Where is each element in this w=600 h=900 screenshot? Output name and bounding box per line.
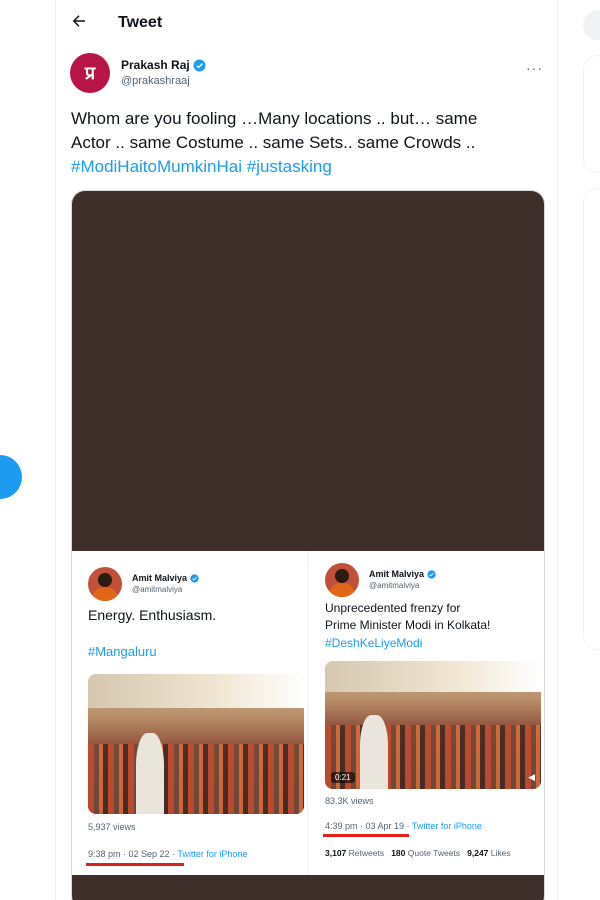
embedded-tweet-text-line-2: Prime Minister Modi in Kolkata! xyxy=(325,618,491,632)
embedded-author-handle: @amitmalviya xyxy=(132,585,183,594)
embedded-author-name: Amit Malviya xyxy=(132,573,188,583)
embedded-timestamp: 4:39 pm · 03 Apr 19 · Twitter for iPhone xyxy=(325,821,482,831)
quotes-count: 180 xyxy=(391,848,406,858)
embedded-tweet-left: Amit Malviya @amitmalviya Energy. Enthus… xyxy=(72,551,308,875)
tweet-text: Whom are you fooling …Many locations .. … xyxy=(56,100,557,179)
embedded-hashtag: #Mangaluru xyxy=(88,644,157,659)
arrow-left-icon[interactable] xyxy=(70,12,94,35)
quotes-label: Quote Tweets xyxy=(407,848,461,858)
embedded-tweet-text-line-1: Unprecedented frenzy for xyxy=(325,601,461,615)
embedded-views: 5,937 views xyxy=(88,822,136,832)
more-options-icon[interactable]: ··· xyxy=(526,60,543,76)
likes-label: Likes xyxy=(490,848,511,858)
hashtag-link[interactable]: #justasking xyxy=(247,157,332,176)
embedded-tweet-text: Energy. Enthusiasm. xyxy=(88,607,217,623)
likes-count: 9,247 xyxy=(467,848,489,858)
embedded-author-handle: @amitmalviya xyxy=(369,581,420,590)
right-sidebar xyxy=(583,0,600,900)
hashtag-link[interactable]: #ModiHaitoMumkinHai xyxy=(71,157,242,176)
avatar[interactable]: प्र xyxy=(70,53,110,93)
video-duration: 0:21 xyxy=(331,772,355,783)
tweet-media[interactable]: Amit Malviya @amitmalviya Energy. Enthus… xyxy=(71,190,545,900)
left-nav-strip xyxy=(0,0,55,900)
red-highlight-underline xyxy=(323,834,409,837)
source-label: Twitter for iPhone xyxy=(177,849,248,859)
embedded-screenshot-area: Amit Malviya @amitmalviya Energy. Enthus… xyxy=(72,551,544,900)
page-title: Tweet xyxy=(118,14,163,31)
timestamp-text: 9:38 pm · 02 Sep 22 · xyxy=(88,849,178,859)
tweet-line-1: Whom are you fooling …Many locations .. … xyxy=(71,109,478,128)
rally-photo xyxy=(88,674,304,814)
avatar xyxy=(88,567,122,601)
tweet-author: प्र Prakash Raj @prakashraaj ··· xyxy=(56,46,557,100)
verified-badge-icon xyxy=(427,569,436,579)
retweets-label: Retweets xyxy=(348,848,385,858)
embedded-stats: 3,107 Retweets 180 Quote Tweets 9,247 Li… xyxy=(325,848,511,858)
timestamp-text: 4:39 pm · 03 Apr 19 · xyxy=(325,821,412,831)
compose-tweet-button[interactable] xyxy=(0,455,22,499)
red-highlight-underline xyxy=(86,863,184,866)
embedded-tweet-right: Amit Malviya @amitmalviya Unprecedented … xyxy=(309,551,544,875)
embedded-timestamp: 9:38 pm · 02 Sep 22 · Twitter for iPhone xyxy=(88,849,247,859)
retweets-count: 3,107 xyxy=(325,848,347,858)
embedded-author-name: Amit Malviya xyxy=(369,569,425,579)
tweet-column: Tweet प्र Prakash Raj @prakashraaj ··· W… xyxy=(55,0,558,900)
embedded-hashtag: #DeshKeLiyeModi xyxy=(325,636,423,650)
rally-video-thumbnail: 0:21 ◀ xyxy=(325,661,541,789)
media-dark-area xyxy=(72,191,544,551)
source-label: Twitter for iPhone xyxy=(411,821,482,831)
sidebar-panel xyxy=(583,55,600,173)
tweet-line-2: Actor .. same Costume .. same Sets.. sam… xyxy=(71,133,476,152)
avatar xyxy=(325,563,359,597)
embedded-views: 83.3K views xyxy=(325,796,374,806)
author-name[interactable]: Prakash Raj xyxy=(121,57,190,73)
search-input[interactable] xyxy=(583,10,600,40)
tweet-header: Tweet xyxy=(56,0,557,46)
mute-icon: ◀ xyxy=(528,772,535,782)
verified-badge-icon xyxy=(190,573,199,583)
verified-badge-icon xyxy=(193,59,206,71)
author-handle[interactable]: @prakashraaj xyxy=(121,73,206,89)
embedded-screenshot: Amit Malviya @amitmalviya Energy. Enthus… xyxy=(72,551,544,875)
whats-happening-panel xyxy=(583,188,600,650)
